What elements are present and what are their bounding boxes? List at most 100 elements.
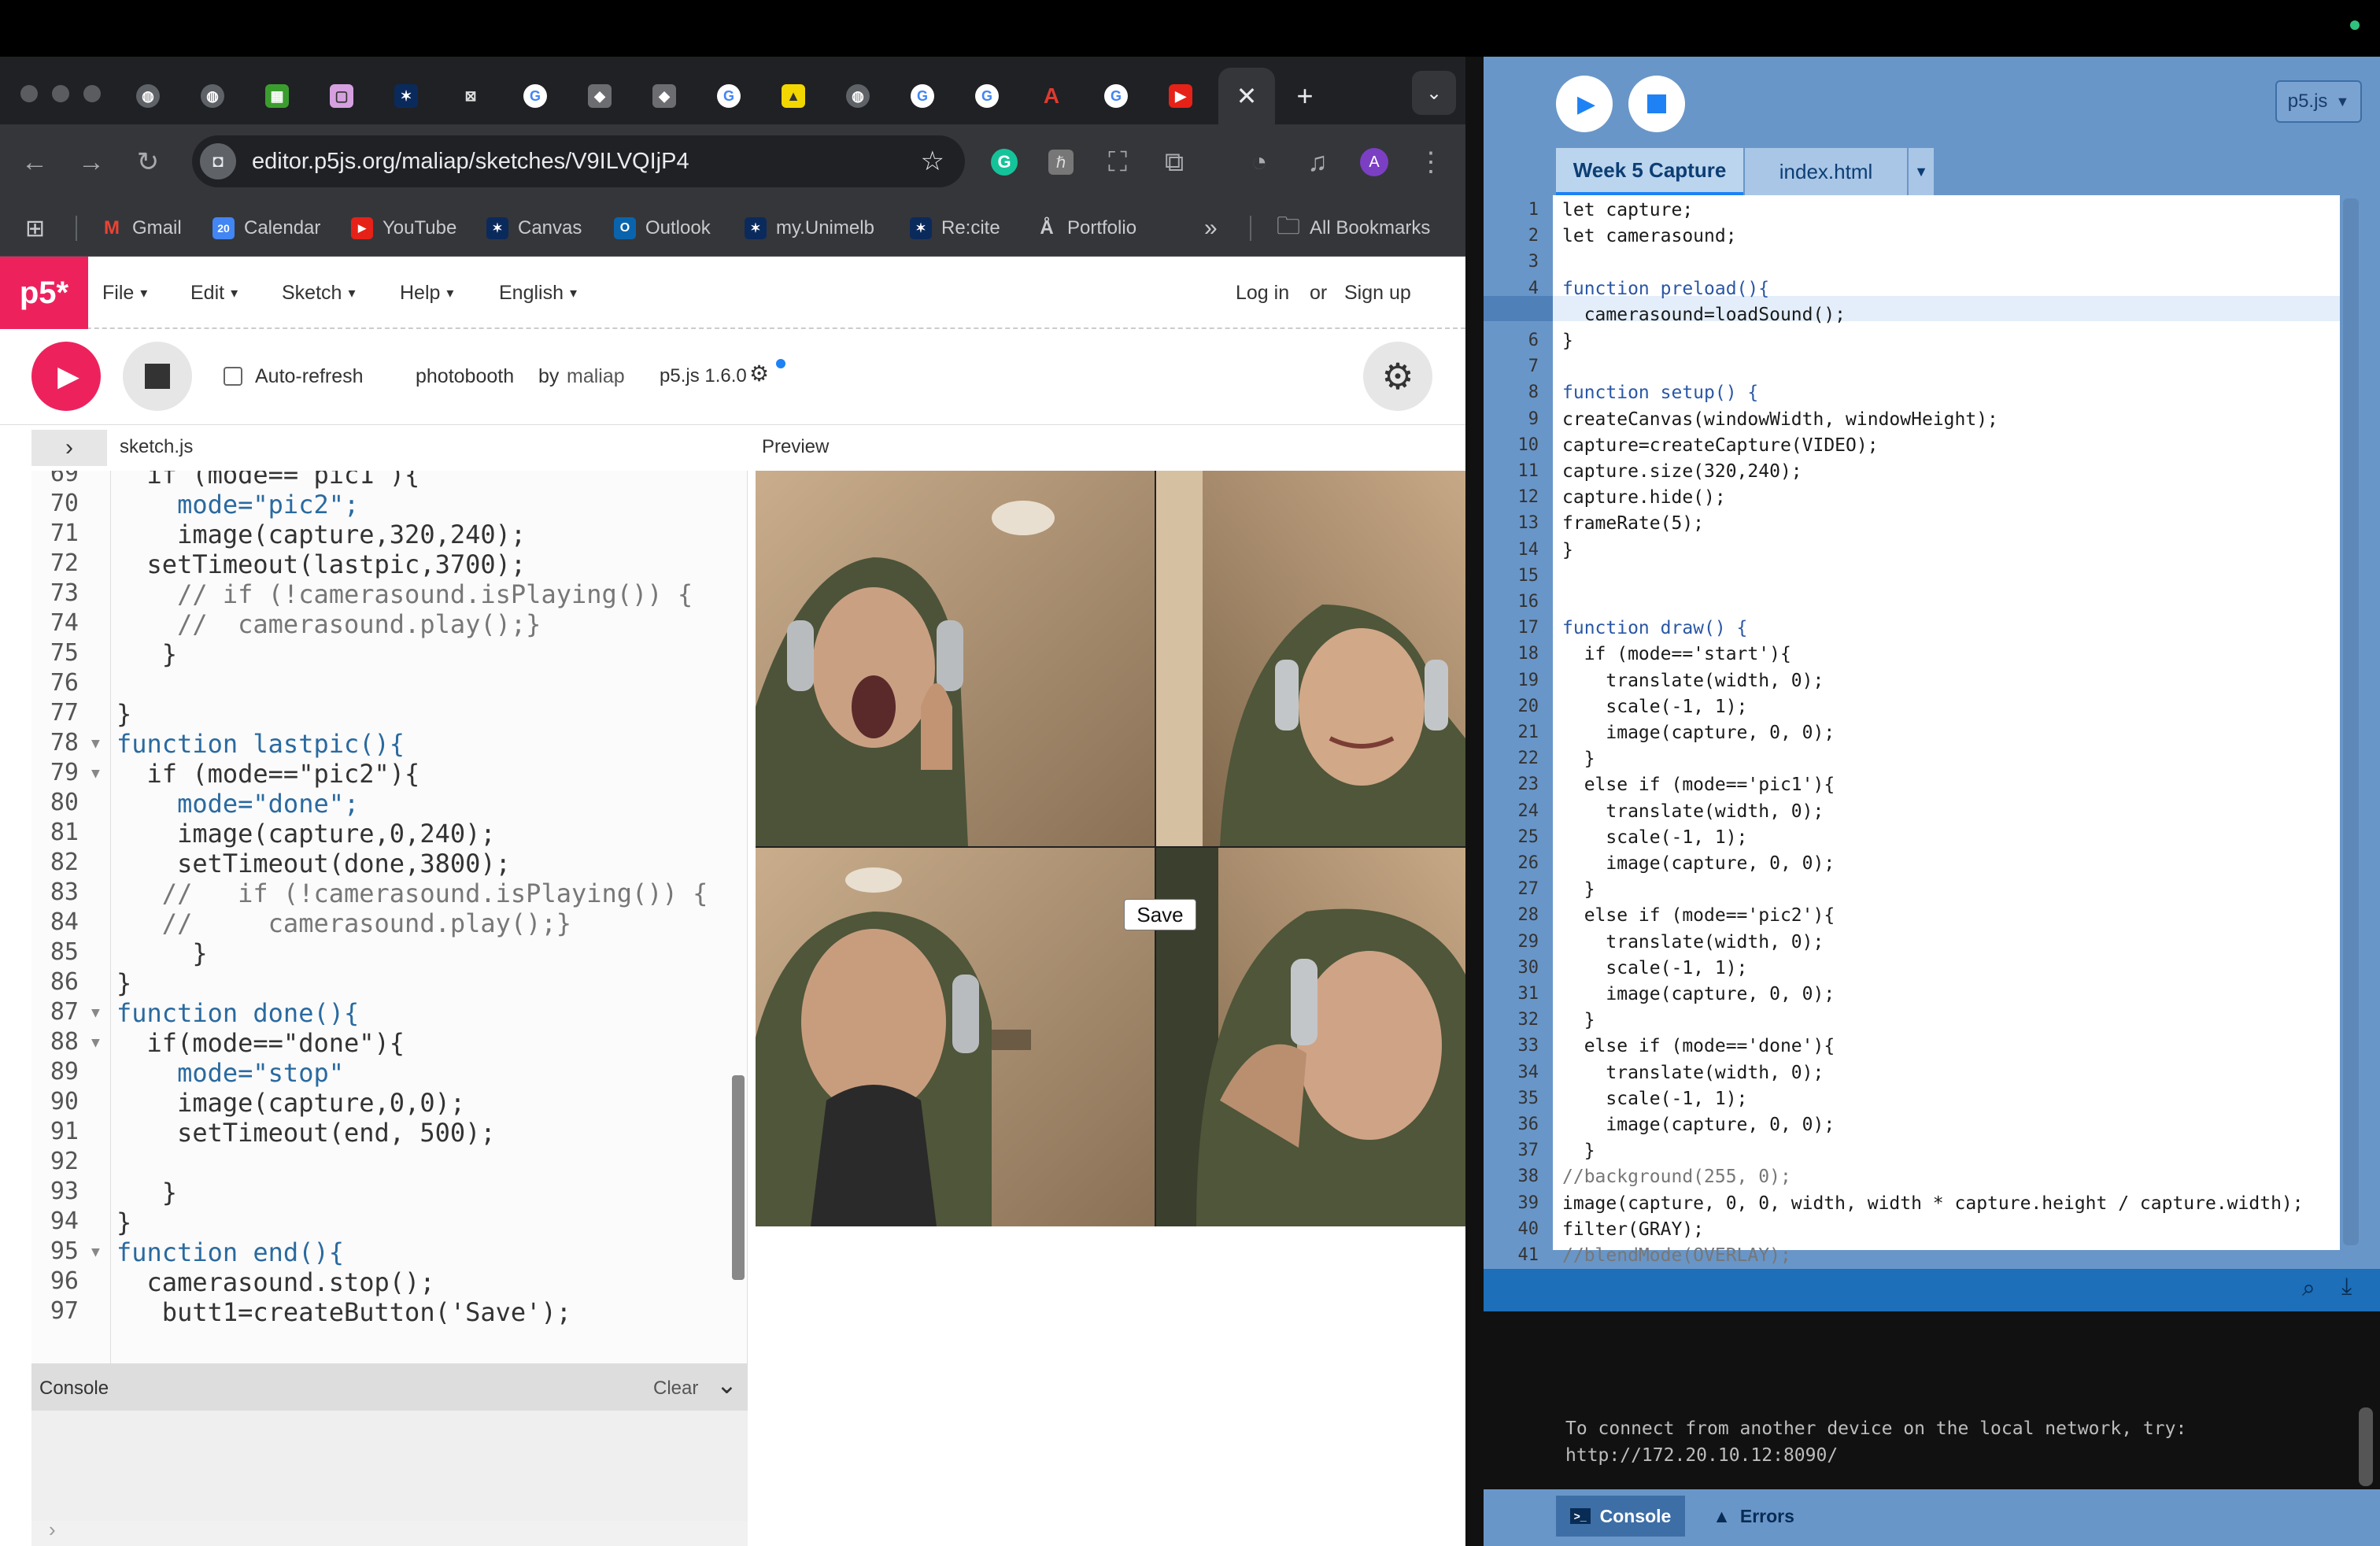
author-link[interactable]: maliap [567, 365, 625, 388]
editor-scrollbar[interactable] [732, 1075, 745, 1280]
line-number: 35 [1517, 1088, 1539, 1108]
bookmark-youtube[interactable]: ▶ YouTube [351, 200, 456, 257]
unimelb-icon: ✶ [486, 217, 508, 239]
tab-14[interactable]: G [955, 68, 1018, 124]
tab-17[interactable]: ▶ [1149, 68, 1212, 124]
tab-week5[interactable]: Week 5 Capture [1556, 148, 1743, 195]
menu-sketch[interactable]: Sketch ▾ [282, 257, 355, 329]
console-prompt-icon[interactable]: › [49, 1518, 56, 1542]
menu-help[interactable]: Help ▾ [400, 257, 453, 329]
tab-5[interactable]: ✶ [375, 68, 438, 124]
tab-8[interactable]: ◆ [568, 68, 631, 124]
file-tab[interactable]: sketch.js [120, 436, 193, 458]
console-scrollbar[interactable] [2359, 1407, 2373, 1486]
tab-1[interactable]: ◍ [116, 68, 179, 124]
tab-15[interactable]: A [1020, 68, 1083, 124]
grammarly-icon[interactable]: G [982, 124, 1026, 200]
editor-scrollbar[interactable] [2343, 198, 2359, 1245]
bookmark-recite[interactable]: ✶ Re:cite [910, 200, 1000, 257]
errors-tab[interactable]: ▲ Errors [1694, 1496, 1813, 1537]
extensions-icon[interactable]: ⧉ [1152, 124, 1196, 200]
bookmark-canvas[interactable]: ✶ Canvas [486, 200, 582, 257]
preview-canvas[interactable]: Save [756, 471, 1465, 1226]
stop-button[interactable] [123, 342, 192, 411]
bookmark-outlook[interactable]: O Outlook [614, 200, 711, 257]
fold-arrow-icon[interactable]: ▼ [91, 1004, 100, 1021]
version-label[interactable]: p5.js 1.6.0 [660, 365, 747, 387]
download-icon[interactable]: ⤓ [2341, 1274, 2352, 1300]
fold-arrow-icon[interactable]: ▼ [91, 1244, 100, 1260]
clear-button[interactable]: Clear [653, 1378, 698, 1400]
bookmark-portfolio[interactable]: Å Portfolio [1036, 200, 1136, 257]
line-number: 23 [1517, 775, 1539, 795]
back-icon[interactable]: ← [13, 124, 57, 200]
site-info-icon[interactable]: ◘ [200, 143, 236, 179]
bookmark-unimelb[interactable]: ✶ my.Unimelb [745, 200, 874, 257]
bookmark-calendar[interactable]: 20 Calendar [213, 200, 320, 257]
line-number: 36 [1517, 1115, 1539, 1134]
signup-link[interactable]: Sign up [1344, 257, 1411, 329]
library-dropdown[interactable]: p5.js ▼ [2275, 80, 2362, 123]
tab-2[interactable]: ◍ [181, 68, 244, 124]
code-line: else if (mode=='done'){ [1562, 1036, 1835, 1057]
tab-16[interactable]: G [1085, 68, 1148, 124]
all-bookmarks[interactable]: 🗀 All Bookmarks [1277, 200, 1430, 257]
tabs-dropdown[interactable]: ▼ [1909, 148, 1934, 195]
window-minimize-light[interactable] [52, 85, 69, 102]
menu-language[interactable]: English ▾ [499, 257, 577, 329]
search-icon[interactable]: ⌕ [2302, 1275, 2315, 1302]
run-button[interactable]: ▶ [1556, 76, 1613, 132]
bookmark-star-icon[interactable]: ☆ [921, 146, 944, 177]
tab-10[interactable]: G [697, 68, 760, 124]
tab-search-button[interactable]: ⌄ [1412, 71, 1456, 115]
auto-refresh-checkbox[interactable] [224, 367, 242, 386]
fold-arrow-icon[interactable]: ▼ [91, 765, 100, 782]
play-button[interactable]: ▶ [31, 342, 101, 411]
menu-edit[interactable]: Edit ▾ [190, 257, 238, 329]
chevron-right-icon: › [65, 435, 73, 460]
fold-arrow-icon[interactable]: ▼ [91, 735, 100, 752]
tab-7[interactable]: G [504, 68, 567, 124]
window-zoom-light[interactable] [83, 85, 101, 102]
screenshot-icon[interactable]: ⛶ [1096, 124, 1140, 200]
tab-12[interactable]: ◍ [826, 68, 889, 124]
collapse-chevron-icon[interactable]: ⌄ [716, 1370, 737, 1400]
tab-3[interactable]: ▦ [246, 68, 309, 124]
tab-index[interactable]: index.html [1745, 148, 1907, 195]
address-bar[interactable]: ◘ editor.p5js.org/maliap/sketches/V9ILVQ… [192, 135, 965, 187]
media-icon[interactable]: ♫ [1295, 124, 1340, 200]
settings-button[interactable]: ⚙ [1363, 342, 1432, 411]
more-bookmarks-icon[interactable]: » [1204, 200, 1218, 257]
forward-icon[interactable]: → [69, 124, 113, 200]
profile-avatar[interactable]: A [1352, 124, 1396, 200]
sidebar-toggle-button[interactable]: › [31, 430, 107, 466]
menu-file[interactable]: File ▾ [102, 257, 147, 329]
window-close-light[interactable] [20, 85, 38, 102]
bookmark-gmail[interactable]: M Gmail [101, 200, 182, 257]
reload-icon[interactable]: ↻ [126, 124, 170, 200]
tab-4[interactable]: ▢ [310, 68, 373, 124]
performance-icon[interactable]: ◔ [1237, 124, 1281, 200]
login-link[interactable]: Log in [1236, 257, 1289, 329]
console-line-2[interactable]: http://172.20.10.12:8090/ [1565, 1445, 1838, 1466]
extension-h-icon[interactable]: ℏ [1039, 124, 1083, 200]
gear-small-icon[interactable]: ⚙ [749, 361, 769, 386]
tab-9[interactable]: ◆ [633, 68, 696, 124]
fold-arrow-icon[interactable]: ▼ [91, 1034, 100, 1051]
line-number: 93 [50, 1178, 79, 1205]
apps-grid-icon[interactable]: ⊞ [25, 200, 45, 257]
save-button[interactable]: Save [1124, 899, 1196, 930]
console-tab[interactable]: >_ Console [1556, 1496, 1685, 1537]
close-tab-icon[interactable]: ✕ [1236, 81, 1258, 111]
code-editor[interactable]: 69 if (mode== pic1 ){70 mode="pic2"; 71 i… [31, 471, 748, 1363]
tab-11[interactable]: ▲ [762, 68, 825, 124]
stop-button[interactable] [1628, 76, 1685, 132]
tab-active[interactable]: ✕ [1218, 68, 1275, 124]
p5-logo[interactable]: p5* [0, 257, 88, 329]
sketch-name[interactable]: photobooth [416, 365, 514, 388]
menu-kebab-icon[interactable]: ⋮ [1409, 124, 1453, 200]
tab-13[interactable]: G [891, 68, 954, 124]
tab-6[interactable]: ⊠ [439, 68, 502, 124]
new-tab-button[interactable]: + [1273, 68, 1336, 124]
code-line: image(capture, 0, 0); [1562, 984, 1835, 1004]
